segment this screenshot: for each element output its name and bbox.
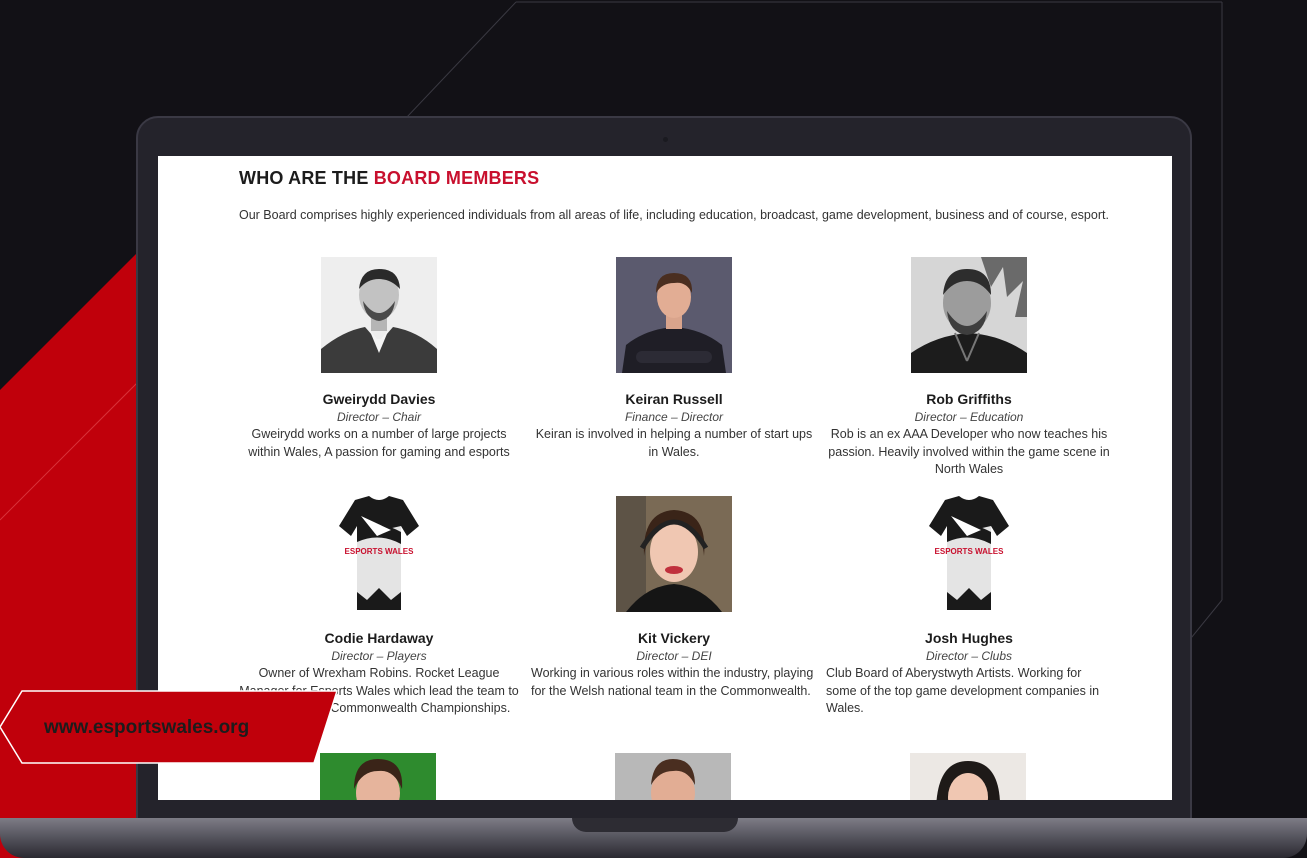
member-name: Codie Hardaway	[324, 630, 434, 646]
member-name: Keiran Russell	[625, 391, 723, 407]
member-description: Rob is an ex AAA Developer who now teach…	[828, 427, 1110, 476]
member-photo	[321, 257, 437, 373]
member-card: ESPORTS WALES Josh Hughes Director – Clu…	[826, 496, 1112, 718]
member-photo	[616, 496, 732, 612]
member-role: Director – Clubs	[925, 649, 1013, 663]
member-role: Finance – Director	[624, 410, 724, 424]
heading-main: WHO ARE THE	[239, 168, 374, 188]
member-role: Director – Chair	[336, 410, 422, 424]
laptop-notch	[572, 818, 738, 832]
section-heading: WHO ARE THE BOARD MEMBERS	[239, 168, 539, 189]
member-name: Kit Vickery	[637, 630, 711, 646]
heading-accent: BOARD MEMBERS	[373, 168, 540, 188]
member-photo	[616, 257, 732, 373]
member-role: Director – Education	[914, 410, 1024, 424]
member-photo	[911, 257, 1027, 373]
member-card: Keiran Russell Finance – Director Keiran…	[531, 257, 817, 461]
member-photo	[615, 753, 731, 800]
member-card: Gweirydd Davies Director – Chair Gweiryd…	[236, 257, 522, 461]
member-description: Club Board of Aberystwyth Artists. Worki…	[826, 666, 1100, 715]
member-name: Gweirydd Davies	[322, 391, 436, 407]
member-role: Director – Players	[331, 649, 427, 663]
member-name: Rob Griffiths	[926, 391, 1012, 407]
member-card: ESPORTS WALES Codie Hardaway Director – …	[236, 496, 522, 718]
website-url-link[interactable]: www.esportswales.org	[44, 717, 249, 739]
member-description: Gweirydd works on a number of large proj…	[248, 427, 510, 459]
member-role: Director – DEI	[636, 649, 712, 663]
member-description: Keiran is involved in helping a number o…	[535, 427, 813, 459]
member-description: Working in various roles within the indu…	[531, 666, 814, 698]
camera-dot	[663, 137, 668, 142]
jersey-image: ESPORTS WALES	[321, 496, 437, 612]
jersey-text: ESPORTS WALES	[345, 547, 415, 556]
member-card: Kit Vickery Director – DEI Working in va…	[531, 496, 817, 700]
jersey-image: ESPORTS WALES	[911, 496, 1027, 612]
jersey-text: ESPORTS WALES	[935, 547, 1005, 556]
member-photo	[910, 753, 1026, 800]
intro-text: Our Board comprises highly experienced i…	[239, 208, 1109, 222]
member-card: Rob Griffiths Director – Education Rob i…	[826, 257, 1112, 479]
member-name: Josh Hughes	[925, 630, 1013, 646]
